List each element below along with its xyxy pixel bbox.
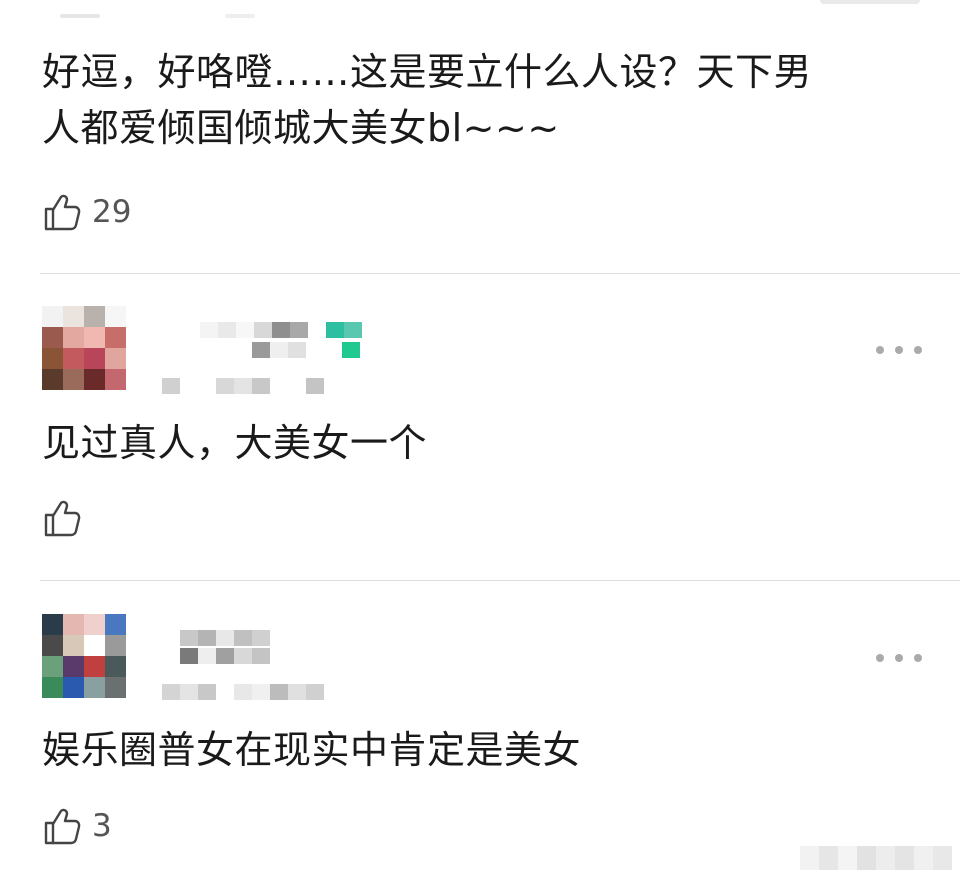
comment-text-line: 好逗，好咯噔……这是要立什么人设？天下男 — [42, 50, 813, 94]
thumbs-up-icon — [44, 194, 81, 231]
more-icon — [876, 654, 884, 662]
username-blurred[interactable] — [180, 630, 270, 646]
like-button[interactable]: 29 — [42, 192, 131, 232]
avatar[interactable] — [42, 614, 126, 698]
more-button[interactable] — [876, 340, 922, 360]
blurred-button — [820, 0, 920, 4]
thumbs-up-icon — [44, 808, 81, 845]
thumbs-up-icon — [44, 500, 81, 537]
blurred-text — [225, 14, 255, 18]
top-blurred-strip — [0, 0, 960, 20]
like-button[interactable]: 3 — [42, 806, 112, 846]
comment-text: 见过真人，大美女一个 — [42, 421, 428, 465]
like-button[interactable] — [42, 498, 92, 538]
blurred-text — [60, 14, 100, 18]
avatar[interactable] — [42, 306, 126, 390]
username-blurred — [180, 648, 270, 664]
meta-blurred — [162, 684, 324, 700]
more-icon — [876, 346, 884, 354]
username-blurred[interactable] — [200, 322, 362, 338]
like-count: 29 — [92, 194, 132, 230]
comment-text: 娱乐圈普女在现实中肯定是美女 — [42, 728, 582, 772]
more-button[interactable] — [876, 648, 922, 668]
meta-blurred — [162, 378, 324, 394]
divider — [40, 580, 960, 581]
username-blurred — [252, 342, 360, 358]
watermark-blurred — [800, 846, 952, 870]
like-count: 3 — [92, 808, 112, 844]
comment-text: 好逗，好咯噔……这是要立什么人设？天下男 人都爱倾国倾城大美女bl~~~ — [42, 44, 922, 156]
divider — [40, 273, 960, 274]
comment-text-line: 人都爱倾国倾城大美女bl~~~ — [42, 106, 560, 150]
